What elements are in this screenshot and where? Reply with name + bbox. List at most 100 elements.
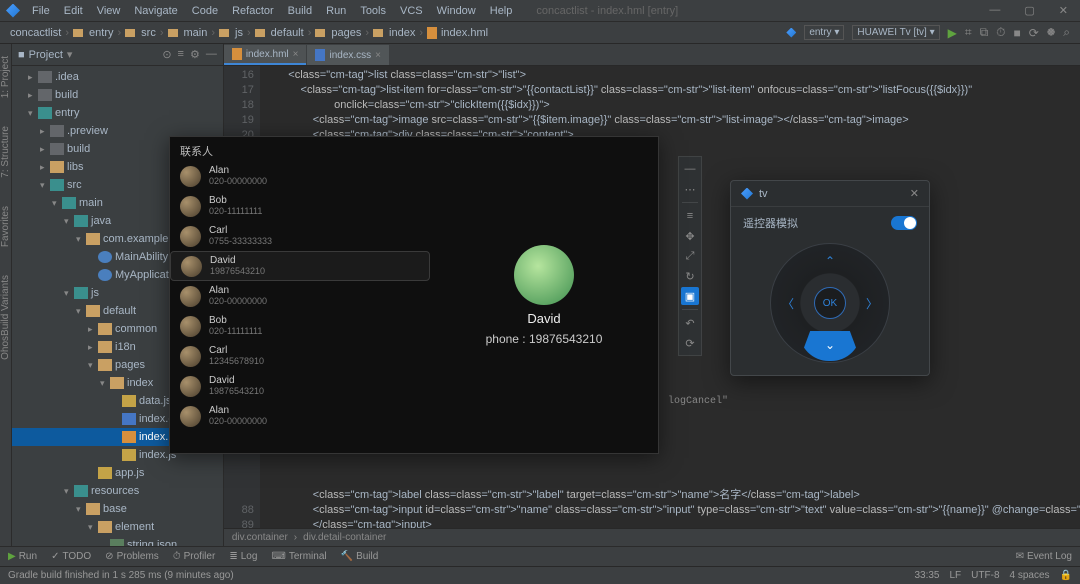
gutter-tab-structure[interactable]: 7: Structure [0,122,11,182]
gear-icon[interactable]: ⚙ [190,48,200,61]
status-lock-icon[interactable]: 🔒 [1060,570,1072,581]
contact-name: David [209,376,264,386]
close-icon[interactable]: × [293,49,299,60]
stop-icon[interactable]: ■ [1014,26,1021,40]
crumb[interactable]: entry [89,27,113,39]
menu-build[interactable]: Build [282,3,318,19]
collapse-icon[interactable]: ≡ [178,48,184,61]
contact-row[interactable]: Bob020-11111111 [170,191,430,221]
dpad-up[interactable]: ⌃ [822,253,838,269]
tree-item[interactable]: base [12,500,223,518]
tool-profiler[interactable]: ⏱Profiler [173,551,216,562]
gutter-tab-favorites[interactable]: Favorites [0,202,11,251]
locate-icon[interactable]: ⊙ [162,48,171,61]
crumb[interactable]: concactlist [10,27,61,39]
menu-navigate[interactable]: Navigate [128,3,183,19]
tool-todo[interactable]: ✓TODO [51,551,91,562]
prev-remote-icon[interactable]: ▣ [681,287,699,305]
tab-index-css[interactable]: index.css× [307,45,389,65]
maximize-icon[interactable]: ▢ [1018,2,1040,19]
contact-row[interactable]: Bob020-11111111 [170,311,430,341]
module-selector[interactable]: entry ▾ [804,25,844,40]
crumb[interactable]: src [141,27,156,39]
file-icon [232,48,242,60]
contact-row[interactable]: Alan020-00000000 [170,281,430,311]
bc-part[interactable]: div.container [232,532,288,543]
crumb[interactable]: main [184,27,208,39]
prev-back-icon[interactable]: ↶ [681,314,699,332]
contact-row[interactable]: Carl12345678910 [170,341,430,371]
contact-phone: 19876543210 [209,386,264,396]
contact-row[interactable]: Alan020-00000000 [170,161,430,191]
tool-log[interactable]: ≣Log [229,551,257,562]
tree-item[interactable]: element [12,518,223,536]
tool-terminal[interactable]: ⌨Terminal [271,551,326,562]
menu-edit[interactable]: Edit [58,3,89,19]
menu-tools[interactable]: Tools [354,3,392,19]
crumb[interactable]: js [235,27,243,39]
tree-item[interactable]: build [12,86,223,104]
tree-item[interactable]: resources [12,482,223,500]
run-icon[interactable]: ▶ [948,26,957,40]
prev-rotate-icon[interactable]: ↻ [681,267,699,285]
status-pos[interactable]: 33:35 [914,570,939,581]
search-icon[interactable]: ⌕ [1063,25,1070,40]
prev-min-icon[interactable]: — [681,160,699,178]
contact-row[interactable]: David19876543210 [170,371,430,401]
bc-part[interactable]: div.detail-container [303,532,386,543]
sync-icon[interactable]: ⟳ [1029,26,1039,40]
close-icon[interactable]: × [375,50,381,61]
tree-item[interactable]: app.js [12,464,223,482]
dpad-left[interactable]: 〈 [780,295,796,311]
crumb-file[interactable]: index.hml [441,27,488,39]
close-icon[interactable]: ✕ [1053,2,1074,19]
close-icon[interactable]: ✕ [910,187,919,200]
tree-label: base [103,503,127,515]
debug-icon[interactable]: ⌗ [965,25,972,40]
tree-item[interactable]: entry [12,104,223,122]
tab-index-hml[interactable]: index.hml× [224,45,307,65]
gutter-tab-project[interactable]: 1: Project [0,52,11,102]
dpad-ok[interactable]: OK [814,287,846,319]
status-enc[interactable]: UTF-8 [971,570,999,581]
run-config-selector[interactable]: HUAWEI Tv [tv] ▾ [852,25,939,40]
minimize-icon[interactable]: — [983,2,1006,19]
tree-item[interactable]: .idea [12,68,223,86]
hide-icon[interactable]: — [206,48,217,61]
contact-row[interactable]: Carl0755-33333333 [170,221,430,251]
tree-label: pages [115,359,145,371]
remote-toggle[interactable] [891,216,917,230]
menu-run[interactable]: Run [320,3,352,19]
menu-vcs[interactable]: VCS [394,3,429,19]
prev-refresh-icon[interactable]: ⟳ [681,334,699,352]
status-indent[interactable]: 4 spaces [1010,570,1050,581]
tool-eventlog[interactable]: ✉Event Log [1016,551,1072,562]
prev-zoom-icon[interactable]: ⤢ [681,247,699,265]
crumb[interactable]: default [271,27,304,39]
crumb[interactable]: pages [331,27,361,39]
menu-file[interactable]: File [26,3,56,19]
prev-menu-icon[interactable]: ≡ [681,207,699,225]
settings-icon[interactable]: 🞿 [1047,24,1055,42]
contact-list-pane: 联系人 Alan020-00000000Bob020-11111111Carl0… [170,137,430,453]
status-lf[interactable]: LF [950,570,962,581]
menu-view[interactable]: View [91,3,127,19]
tool-build[interactable]: 🔨Build [341,551,379,562]
prev-move-icon[interactable]: ✥ [681,227,699,245]
prev-more-icon[interactable]: ⋯ [681,180,699,198]
dpad-right[interactable]: 〉 [864,295,880,311]
tool-run[interactable]: ▶Run [8,551,37,562]
coverage-icon[interactable]: ⧉ [980,25,989,40]
gutter-tab-variants[interactable]: OhosBuild Variants [0,271,11,364]
tree-item[interactable]: string.json [12,536,223,546]
contact-row[interactable]: David19876543210 [170,251,430,281]
crumb[interactable]: index [389,27,415,39]
dpad-down[interactable]: ⌄ [822,337,838,353]
menu-window[interactable]: Window [431,3,482,19]
profile-icon[interactable]: ⏱ [996,25,1005,40]
tool-problems[interactable]: ⊘Problems [105,551,159,562]
menu-refactor[interactable]: Refactor [226,3,280,19]
menu-code[interactable]: Code [186,3,224,19]
contact-row[interactable]: Alan020-00000000 [170,401,430,431]
menu-help[interactable]: Help [484,3,519,19]
